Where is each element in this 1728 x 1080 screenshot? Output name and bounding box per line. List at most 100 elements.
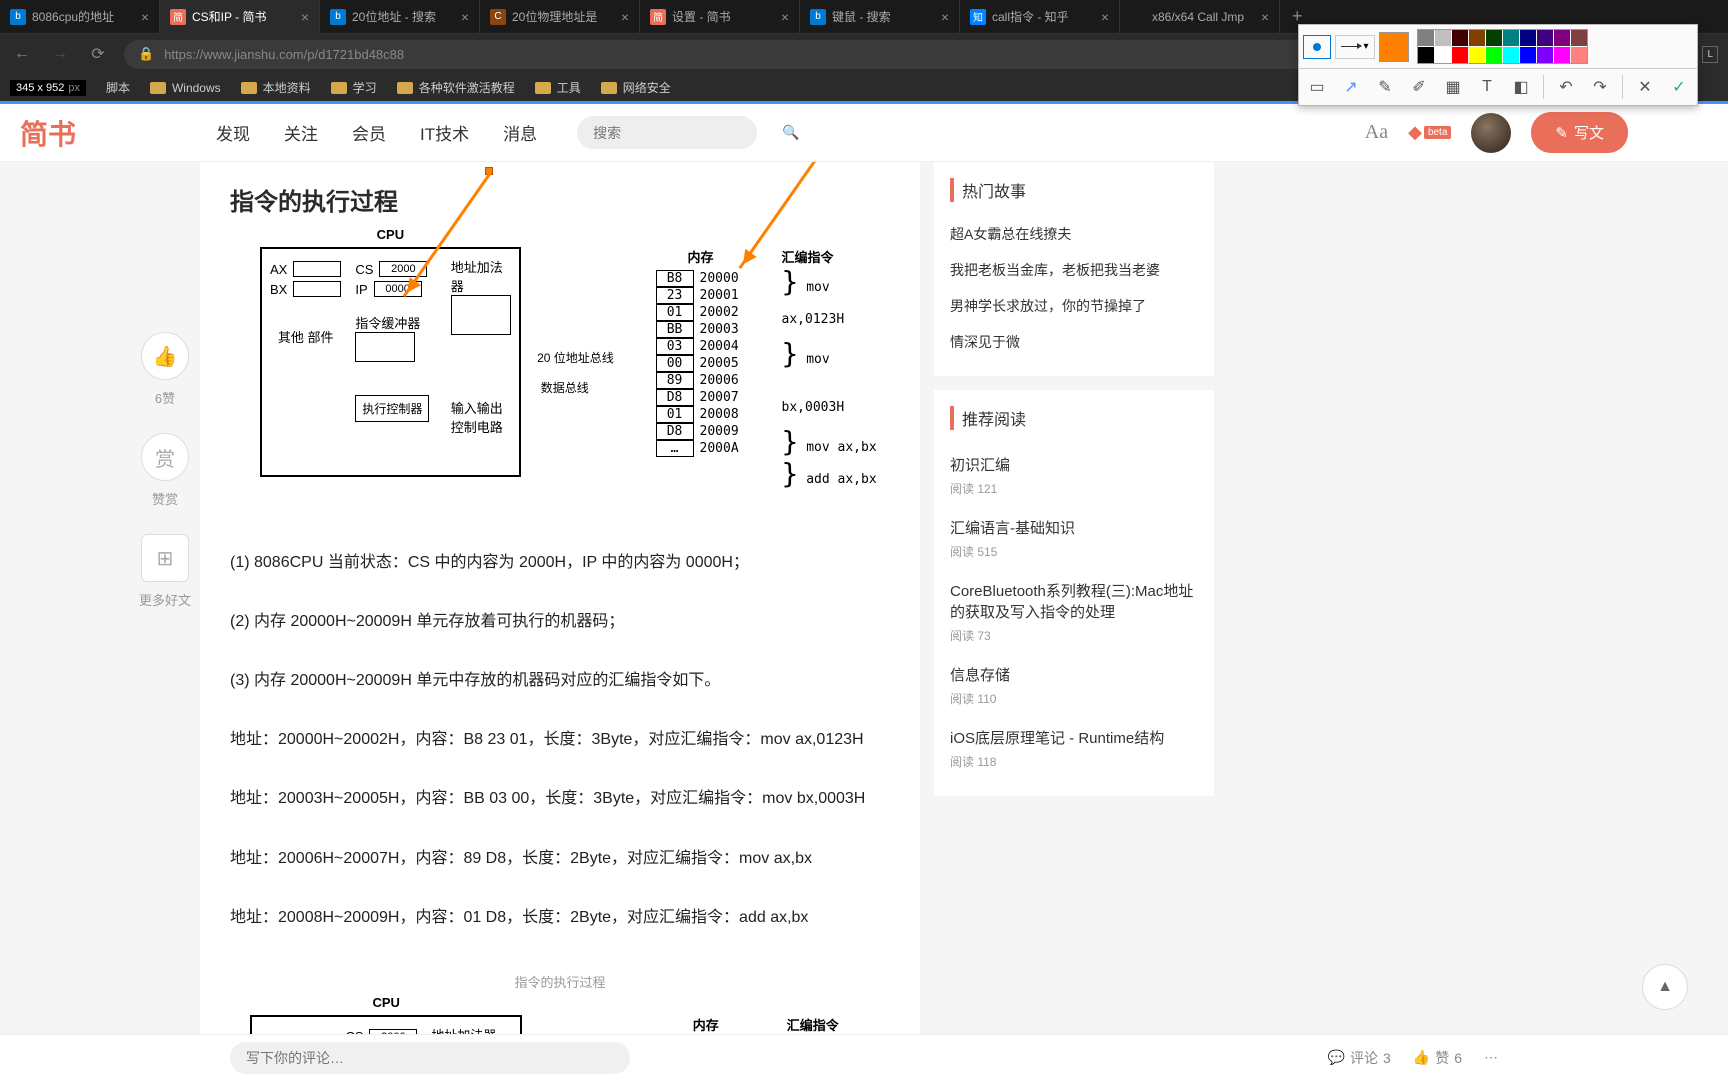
- write-button[interactable]: ✎写文: [1531, 112, 1628, 153]
- forward-button[interactable]: →: [48, 45, 72, 63]
- reward-button[interactable]: 赏: [141, 433, 189, 481]
- bookmark-item[interactable]: 脚本: [106, 79, 130, 96]
- current-color[interactable]: [1379, 32, 1409, 62]
- scroll-top-button[interactable]: ▲: [1642, 964, 1688, 1010]
- tab-0[interactable]: b8086cpu的地址×: [0, 0, 160, 34]
- color-swatch[interactable]: [1554, 47, 1570, 63]
- tab-1[interactable]: 简CS和IP - 简书×: [160, 0, 320, 34]
- highlighter-tool[interactable]: ✐: [1405, 73, 1433, 101]
- annotation-toolbar[interactable]: ▾ ▭ ↗ ✎ ✐ ▦ T ◧ ↶ ↷ ✕ ✓: [1298, 24, 1698, 106]
- color-swatch[interactable]: [1452, 47, 1468, 63]
- bookmark-item[interactable]: 各种软件激活教程: [397, 79, 515, 96]
- tab-7[interactable]: x86/x64 Call Jmp×: [1120, 0, 1280, 34]
- tab-4[interactable]: 简设置 - 简书×: [640, 0, 800, 34]
- page-icon: [1130, 9, 1146, 25]
- nav-discover[interactable]: 发现: [216, 120, 250, 145]
- comment-bar: 💬评论3 👍赞6 ⋯: [0, 1034, 1728, 1080]
- confirm-button[interactable]: ✓: [1665, 73, 1693, 101]
- tab-3[interactable]: C20位物理地址是×: [480, 0, 640, 34]
- color-swatch[interactable]: [1435, 30, 1451, 46]
- search-input[interactable]: [593, 125, 774, 141]
- eraser-tool[interactable]: ◧: [1507, 73, 1535, 101]
- close-icon[interactable]: ×: [1101, 9, 1109, 25]
- rect-tool[interactable]: ▭: [1303, 73, 1331, 101]
- recommendation-link[interactable]: 初识汇编阅读 121: [950, 444, 1198, 507]
- recommendation-link[interactable]: iOS底层原理笔记 - Runtime结构阅读 118: [950, 717, 1198, 780]
- jianshu-icon: 简: [650, 9, 666, 25]
- undo-button[interactable]: ↶: [1552, 73, 1580, 101]
- cancel-button[interactable]: ✕: [1631, 73, 1659, 101]
- color-swatch[interactable]: [1503, 47, 1519, 63]
- comments-button[interactable]: 💬评论3: [1328, 1048, 1391, 1068]
- back-button[interactable]: ←: [10, 45, 34, 63]
- close-icon[interactable]: ×: [301, 9, 309, 25]
- close-icon[interactable]: ×: [141, 9, 149, 25]
- color-swatch[interactable]: [1486, 30, 1502, 46]
- font-size-button[interactable]: Aa: [1365, 121, 1388, 144]
- extension-icon[interactable]: L: [1702, 46, 1718, 63]
- pen-tool[interactable]: ✎: [1371, 73, 1399, 101]
- avatar[interactable]: [1471, 113, 1511, 153]
- search-box[interactable]: 🔍: [577, 116, 757, 149]
- page-content: 简书 发现 关注 会员 IT技术 消息 🔍 Aa ◆beta ✎写文 👍 6赞 …: [0, 104, 1728, 1080]
- color-swatch[interactable]: [1469, 30, 1485, 46]
- color-swatch[interactable]: [1503, 30, 1519, 46]
- text-tool[interactable]: T: [1473, 73, 1501, 101]
- arrow-style-select[interactable]: ▾: [1335, 35, 1375, 59]
- search-icon[interactable]: 🔍: [782, 124, 799, 141]
- like-button[interactable]: 👍: [141, 332, 189, 380]
- redo-button[interactable]: ↷: [1586, 73, 1614, 101]
- story-link[interactable]: 超A女霸总在线撩夫: [950, 216, 1198, 252]
- bookmark-item[interactable]: 工具: [535, 79, 581, 96]
- tab-5[interactable]: b键鼠 - 搜索×: [800, 0, 960, 34]
- likes-button[interactable]: 👍赞6: [1413, 1048, 1462, 1068]
- site-logo[interactable]: 简书: [20, 113, 76, 153]
- refresh-button[interactable]: ⟳: [86, 44, 110, 64]
- color-swatch[interactable]: [1571, 47, 1587, 63]
- tab-2[interactable]: b20位地址 - 搜索×: [320, 0, 480, 34]
- recommendation-link[interactable]: 信息存储阅读 110: [950, 654, 1198, 717]
- bookmark-item[interactable]: 本地资料: [241, 79, 311, 96]
- thumb-icon: 👍: [1413, 1049, 1430, 1066]
- color-swatch[interactable]: [1435, 47, 1451, 63]
- tab-6[interactable]: 知call指令 - 知乎×: [960, 0, 1120, 34]
- color-swatch[interactable]: [1418, 30, 1434, 46]
- qr-button[interactable]: ⊞: [141, 534, 189, 582]
- color-swatch[interactable]: [1486, 47, 1502, 63]
- color-swatch[interactable]: [1571, 30, 1587, 46]
- color-swatch[interactable]: [1537, 30, 1553, 46]
- bookmark-item[interactable]: Windows: [150, 81, 221, 95]
- like-count: 6赞: [155, 388, 175, 407]
- story-link[interactable]: 情深见于微: [950, 324, 1198, 360]
- close-icon[interactable]: ×: [781, 9, 789, 25]
- recommendation-link[interactable]: 汇编语言-基础知识阅读 515: [950, 507, 1198, 570]
- nav-it[interactable]: IT技术: [420, 120, 469, 145]
- beta-badge[interactable]: ◆beta: [1408, 122, 1451, 143]
- bookmark-item[interactable]: 网络安全: [601, 79, 671, 96]
- color-swatch[interactable]: [1520, 47, 1536, 63]
- mosaic-tool[interactable]: ▦: [1439, 73, 1467, 101]
- story-link[interactable]: 男神学长求放过，你的节操掉了: [950, 288, 1198, 324]
- close-icon[interactable]: ×: [941, 9, 949, 25]
- color-swatch[interactable]: [1554, 30, 1570, 46]
- arrow-tool[interactable]: ↗: [1337, 73, 1365, 101]
- nav-message[interactable]: 消息: [503, 120, 537, 145]
- more-button[interactable]: ⋯: [1484, 1049, 1498, 1066]
- story-link[interactable]: 我把老板当金库，老板把我当老婆: [950, 252, 1198, 288]
- bookmark-item[interactable]: 学习: [331, 79, 377, 96]
- cpu-diagram: CPU AX BX 其他 部件 CS2000 IP0000 指令缓冲器: [230, 237, 890, 506]
- close-icon[interactable]: ×: [461, 9, 469, 25]
- color-swatch[interactable]: [1418, 47, 1434, 63]
- color-palette[interactable]: [1417, 29, 1588, 64]
- color-swatch[interactable]: [1537, 47, 1553, 63]
- color-swatch[interactable]: [1469, 47, 1485, 63]
- color-swatch[interactable]: [1452, 30, 1468, 46]
- comment-input[interactable]: [230, 1042, 630, 1074]
- close-icon[interactable]: ×: [621, 9, 629, 25]
- close-icon[interactable]: ×: [1261, 9, 1269, 25]
- recommendation-link[interactable]: CoreBluetooth系列教程(三):Mac地址的获取及写入指令的处理阅读 …: [950, 570, 1198, 654]
- nav-member[interactable]: 会员: [352, 120, 386, 145]
- brush-size-button[interactable]: [1303, 35, 1331, 59]
- color-swatch[interactable]: [1520, 30, 1536, 46]
- nav-follow[interactable]: 关注: [284, 120, 318, 145]
